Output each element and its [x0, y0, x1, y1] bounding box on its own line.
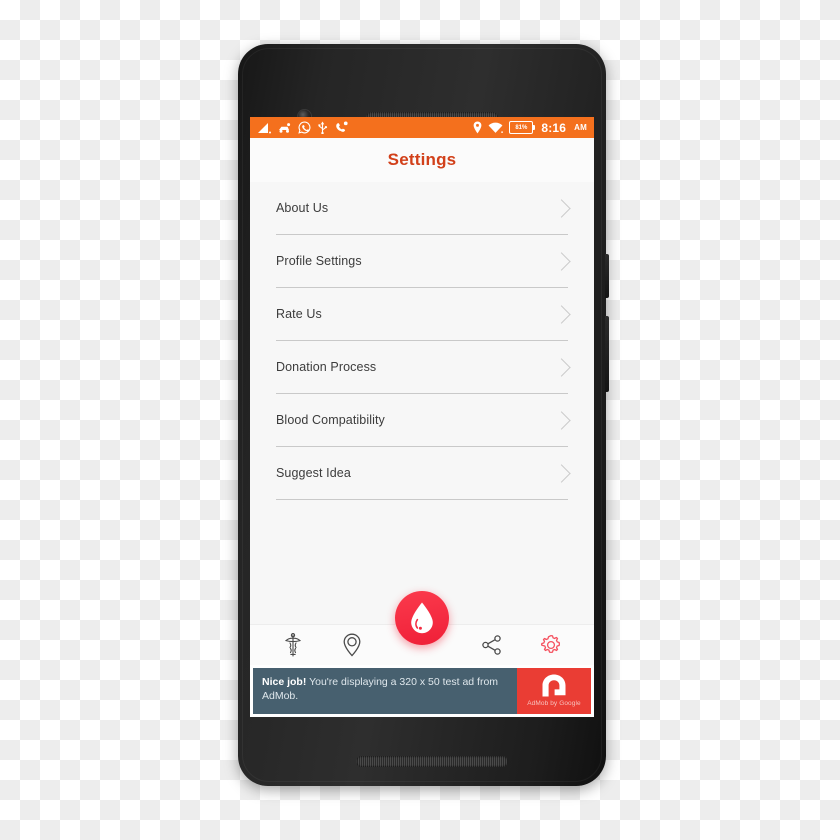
- list-item[interactable]: Suggest Idea: [276, 447, 571, 500]
- volume-button[interactable]: [605, 316, 609, 392]
- chevron-right-icon: [552, 198, 571, 218]
- ad-text: Nice job! You're displaying a 320 x 50 t…: [253, 668, 517, 714]
- status-bar-right-icons: 81% 8:16 AM: [473, 121, 587, 135]
- donate-fab[interactable]: [395, 591, 449, 645]
- phone-screen: 81% 8:16 AM Settings About Us Profile Se…: [250, 117, 594, 717]
- power-button[interactable]: [605, 254, 609, 298]
- location-pin-icon: [343, 633, 361, 657]
- list-item[interactable]: About Us: [276, 182, 571, 235]
- admob-ad-banner[interactable]: Nice job! You're displaying a 320 x 50 t…: [250, 665, 594, 717]
- bottom-speaker-grille: [356, 756, 508, 767]
- admob-logo[interactable]: AdMob by Google: [517, 668, 591, 714]
- screenshot-canvas: 81% 8:16 AM Settings About Us Profile Se…: [0, 0, 840, 840]
- list-item[interactable]: Rate Us: [276, 288, 571, 341]
- share-icon: [482, 635, 501, 655]
- status-bar-meridiem: AM: [574, 123, 587, 132]
- list-item-label: Blood Compatibility: [276, 413, 385, 427]
- status-bar-left-icons: [257, 121, 473, 134]
- app-bar: Settings: [250, 138, 594, 182]
- phone-device: 81% 8:16 AM Settings About Us Profile Se…: [238, 44, 609, 786]
- list-item-label: Profile Settings: [276, 254, 362, 268]
- list-item-label: Donation Process: [276, 360, 377, 374]
- missed-call-icon: [336, 121, 348, 132]
- caduceus-icon: [285, 633, 302, 657]
- list-item-label: Rate Us: [276, 307, 322, 321]
- list-item[interactable]: Blood Compatibility: [276, 394, 571, 447]
- driving-mode-icon: [279, 122, 291, 133]
- chevron-right-icon: [552, 251, 571, 271]
- list-item-label: About Us: [276, 201, 329, 215]
- signal-bars-icon: [258, 122, 271, 133]
- list-item[interactable]: Profile Settings: [276, 235, 571, 288]
- status-bar-clock: 8:16: [541, 120, 567, 135]
- chevron-right-icon: [552, 304, 571, 324]
- ad-headline: Nice job!: [262, 676, 307, 688]
- battery-indicator: 81%: [509, 121, 536, 134]
- gear-icon: [540, 634, 560, 654]
- battery-percent-label: 81%: [515, 124, 528, 131]
- chevron-right-icon: [552, 410, 571, 430]
- blood-drop-icon: [411, 602, 433, 634]
- location-pin-icon: [473, 121, 482, 134]
- chevron-right-icon: [552, 463, 571, 483]
- nav-item-medical[interactable]: [276, 628, 310, 662]
- nav-item-share[interactable]: [475, 628, 509, 662]
- admob-glyph-icon: [542, 674, 566, 697]
- status-bar: 81% 8:16 AM: [250, 117, 594, 138]
- whatsapp-icon: [298, 121, 311, 134]
- settings-list: About Us Profile Settings Rate Us Donati…: [250, 182, 594, 500]
- chevron-right-icon: [552, 357, 571, 377]
- usb-icon: [318, 121, 328, 134]
- page-title: Settings: [387, 150, 457, 169]
- nav-item-settings[interactable]: [534, 628, 568, 662]
- list-item-label: Suggest Idea: [276, 466, 351, 480]
- admob-logo-caption: AdMob by Google: [527, 700, 581, 707]
- list-item[interactable]: Donation Process: [276, 341, 571, 394]
- nav-item-location[interactable]: [335, 628, 369, 662]
- wifi-icon: [488, 122, 504, 133]
